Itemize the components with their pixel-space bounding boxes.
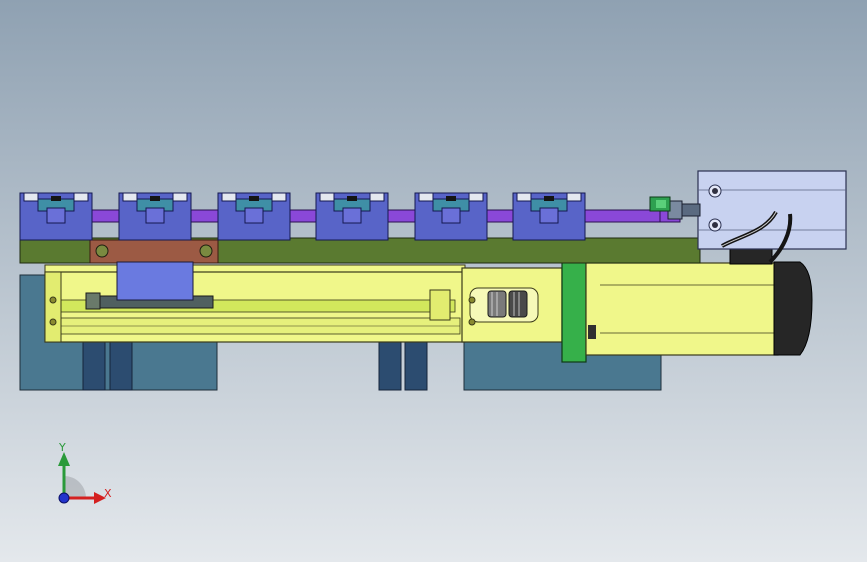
slider-plate[interactable] bbox=[89, 239, 219, 264]
screw-head bbox=[468, 318, 476, 326]
slider-bolt bbox=[95, 244, 109, 258]
support-rib bbox=[378, 336, 402, 391]
axis-x-label: X bbox=[104, 487, 112, 500]
carrier-block[interactable] bbox=[217, 192, 291, 241]
xyz-triad-icon: Y X bbox=[44, 440, 124, 510]
screw-head bbox=[49, 296, 57, 304]
slider-carriage-cap bbox=[85, 292, 101, 310]
cylinder-body[interactable] bbox=[697, 170, 847, 250]
carrier-block[interactable] bbox=[512, 192, 586, 241]
actuator-end-cap-left bbox=[44, 271, 62, 343]
slider-mount-block[interactable] bbox=[116, 261, 194, 301]
screw-head bbox=[49, 318, 57, 326]
slider-bolt bbox=[199, 244, 213, 258]
support-rib bbox=[82, 336, 106, 391]
carrier-block[interactable] bbox=[414, 192, 488, 241]
motor-flange bbox=[561, 256, 587, 363]
cad-viewport[interactable]: Y X bbox=[0, 0, 867, 562]
carrier-block[interactable] bbox=[315, 192, 389, 241]
coupling-right bbox=[508, 290, 528, 318]
motor-body[interactable] bbox=[585, 262, 779, 356]
support-rib bbox=[404, 336, 428, 391]
linear-actuator[interactable] bbox=[44, 264, 466, 343]
support-rib bbox=[109, 336, 133, 391]
assembly-model[interactable] bbox=[0, 0, 867, 562]
carrier-block[interactable] bbox=[118, 192, 192, 241]
screw-head bbox=[468, 296, 476, 304]
motor-rear-cap bbox=[773, 261, 813, 356]
coupling-housing[interactable] bbox=[461, 267, 563, 343]
carrier-block[interactable] bbox=[19, 192, 93, 241]
axis-y-label: Y bbox=[59, 441, 66, 454]
actuator-end-cap-right bbox=[429, 289, 451, 321]
